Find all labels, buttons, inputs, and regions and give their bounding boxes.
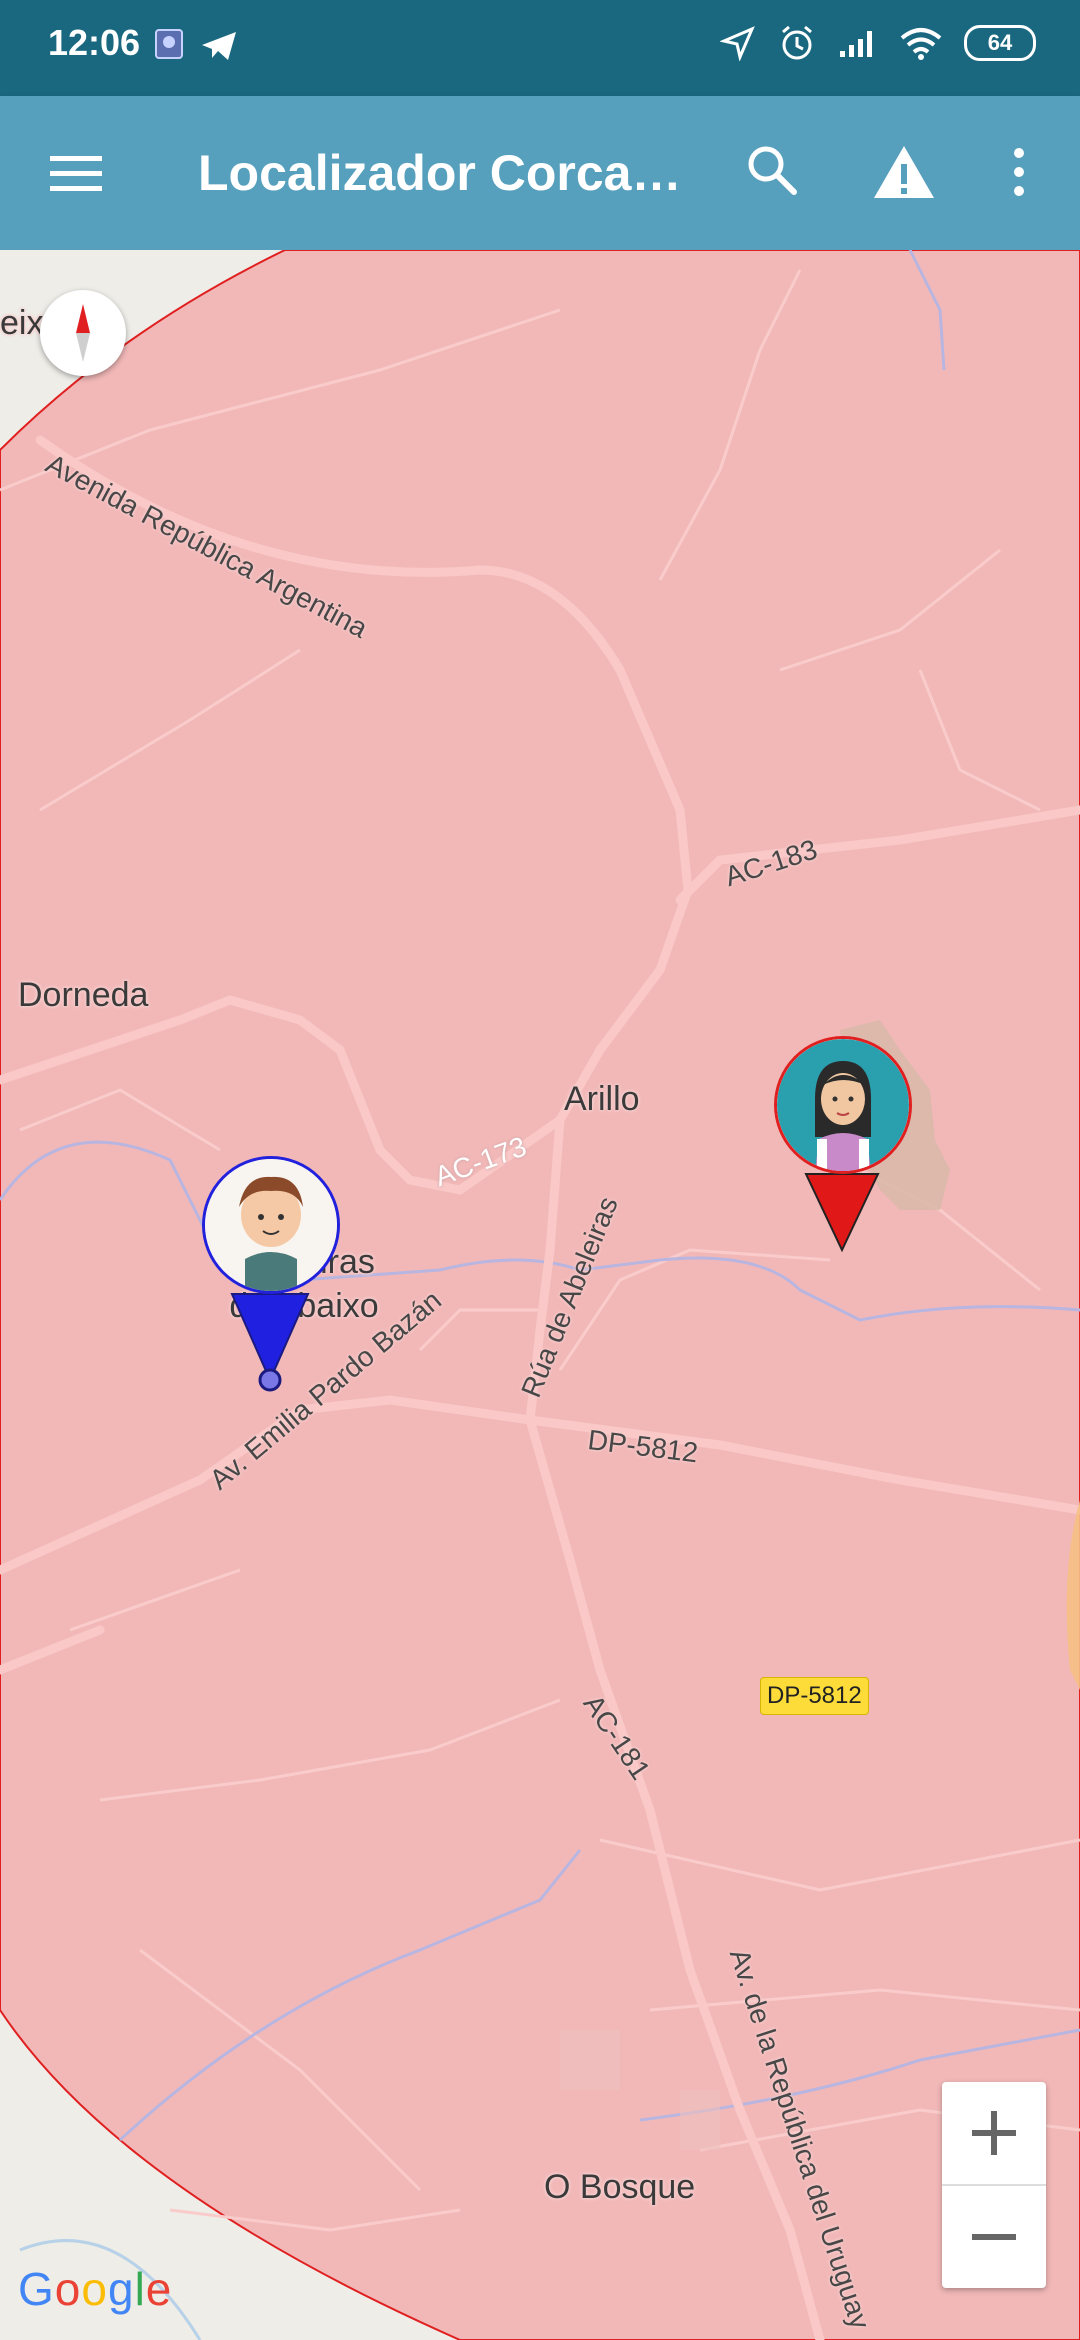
- compass-icon: [76, 304, 90, 362]
- photo-icon: [155, 29, 183, 59]
- signal-icon: [840, 31, 872, 57]
- location-icon: [720, 26, 755, 61]
- more-icon[interactable]: [1006, 146, 1032, 198]
- app-bar: Localizador Corca…: [0, 96, 1080, 250]
- girl-avatar: [774, 1036, 912, 1174]
- minus-icon: [972, 2234, 1016, 2240]
- red-arrow-pin: [804, 1173, 880, 1252]
- map-canvas: [0, 250, 1080, 2340]
- place-label-arillo: Arillo: [564, 1080, 640, 1118]
- place-label-dorneda: Dorneda: [18, 976, 149, 1014]
- place-label-o-bosque: O Bosque: [544, 2168, 696, 2206]
- compass-button[interactable]: [40, 290, 126, 376]
- alarm-icon: [782, 25, 812, 60]
- battery-level: 64: [987, 30, 1013, 55]
- warning-icon[interactable]: [872, 144, 936, 200]
- zoom-in-button[interactable]: [942, 2082, 1046, 2184]
- zoom-out-button[interactable]: [942, 2186, 1046, 2288]
- menu-icon[interactable]: [48, 152, 106, 196]
- status-time: 12:06: [48, 22, 141, 63]
- map-view[interactable]: Avenida República Argentina AC-183 AC-17…: [0, 250, 1080, 2340]
- google-logo: Google: [18, 2263, 173, 2315]
- zoom-controls: [942, 2082, 1046, 2288]
- blue-arrow-pin: [230, 1293, 310, 1392]
- wifi-icon: [900, 28, 942, 60]
- road-shield-dp5812: DP-5812: [760, 1677, 869, 1715]
- battery-icon: 64: [964, 25, 1036, 61]
- status-icons: 64: [720, 24, 1036, 62]
- boy-avatar: [202, 1156, 340, 1294]
- plus-icon: [972, 2111, 1016, 2155]
- search-icon[interactable]: [744, 142, 800, 198]
- status-bar: 12:06 64: [0, 0, 1080, 96]
- telegram-icon: [202, 32, 236, 60]
- app-title: Localizador Corca…: [198, 145, 682, 201]
